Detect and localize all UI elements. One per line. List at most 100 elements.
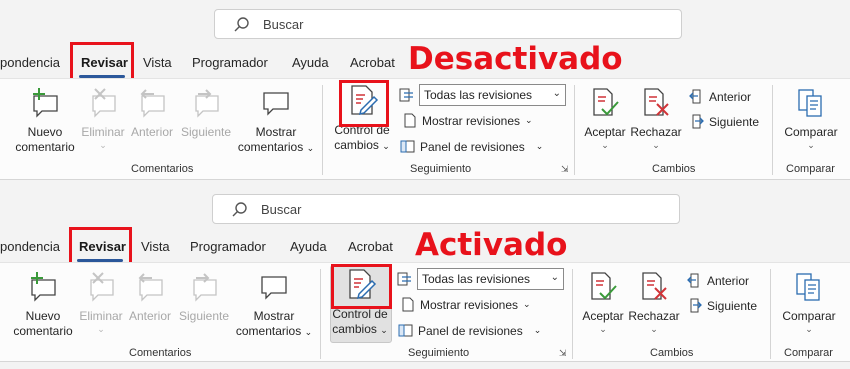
next-comment-label: Siguiente — [180, 125, 232, 139]
chevron-down-icon: ⌄ — [652, 140, 660, 150]
next-change-icon — [690, 298, 702, 313]
tab-programador[interactable]: Programador — [190, 239, 266, 254]
track-changes-label-2: cambios — [334, 138, 379, 152]
tab-acrobat[interactable]: Acrobat — [350, 55, 395, 70]
markup-display-icon — [397, 272, 411, 286]
chevron-down-icon: ⌄ — [552, 88, 561, 99]
show-markup-button[interactable]: Mostrar revisiones ⌄ — [402, 113, 533, 128]
show-markup-button[interactable]: Mostrar revisiones ⌄ — [400, 297, 531, 312]
new-comment-button[interactable]: Nuevo comentario — [8, 271, 78, 339]
reject-icon — [642, 272, 667, 300]
show-markup-label: Mostrar revisiones — [420, 297, 519, 312]
next-comment-button[interactable]: Siguiente — [176, 271, 232, 324]
new-comment-label-1: Nuevo — [27, 125, 63, 139]
tab-vista[interactable]: Vista — [143, 55, 172, 70]
search-placeholder: Buscar — [263, 17, 304, 32]
reject-button[interactable]: Rechazar ⌄ — [630, 87, 682, 150]
markup-select-value: Todas las revisiones — [424, 88, 533, 102]
chevron-down-icon: ⌄ — [380, 325, 388, 335]
reject-label: Rechazar — [628, 309, 680, 323]
tab-correspondencia[interactable]: pondencia — [0, 55, 60, 70]
reject-button[interactable]: Rechazar ⌄ — [628, 271, 680, 334]
show-markup-label: Mostrar revisiones — [422, 113, 521, 128]
next-change-button[interactable]: Siguiente — [689, 114, 759, 129]
compare-icon — [798, 89, 822, 117]
previous-comment-button[interactable]: Anterior — [126, 87, 178, 140]
previous-comment-icon — [138, 273, 163, 302]
tab-ayuda[interactable]: Ayuda — [290, 239, 327, 254]
show-comments-label-1: Mostrar — [253, 309, 295, 323]
previous-change-button[interactable]: Anterior — [689, 89, 751, 104]
delete-comment-label: Eliminar — [79, 309, 123, 323]
tab-correspondencia[interactable]: pondencia — [0, 239, 60, 254]
ribbon-body: Nuevo comentario Eliminar ⌄ Anterior Sig… — [0, 78, 850, 180]
tab-ayuda[interactable]: Ayuda — [292, 55, 329, 70]
show-comments-button[interactable]: Mostrar comentarios ⌄ — [234, 271, 314, 340]
show-markup-icon — [404, 113, 416, 128]
previous-change-button[interactable]: Anterior — [687, 273, 749, 288]
group-label-comentarios: Comentarios — [129, 347, 192, 359]
compare-button[interactable]: Comparar ⌄ — [776, 271, 842, 334]
new-comment-icon — [33, 88, 58, 118]
track-changes-highlight — [339, 80, 389, 127]
show-comments-label-1: Mostrar — [255, 125, 297, 139]
tab-programador[interactable]: Programador — [192, 55, 268, 70]
chevron-down-icon: ⌄ — [523, 299, 531, 309]
chevron-down-icon: ⌄ — [807, 140, 815, 150]
compare-button[interactable]: Comparar ⌄ — [778, 87, 844, 150]
group-separator — [574, 85, 575, 175]
group-label-comparar: Comparar — [784, 347, 833, 359]
reviewing-pane-button[interactable]: Panel de revisiones ⌄ — [398, 323, 541, 338]
next-change-button[interactable]: Siguiente — [687, 298, 757, 313]
dialog-launcher-icon[interactable]: ⇲ — [559, 348, 567, 359]
show-comments-button[interactable]: Mostrar comentarios ⌄ — [236, 87, 316, 156]
search-box[interactable]: Buscar — [212, 194, 680, 224]
chevron-down-icon: ⌄ — [533, 325, 542, 335]
group-label-cambios: Cambios — [652, 163, 696, 175]
reviewing-pane-button[interactable]: Panel de revisiones ⌄ — [400, 139, 543, 154]
chevron-down-icon: ⌄ — [599, 324, 607, 334]
previous-comment-label: Anterior — [128, 309, 172, 323]
next-comment-button[interactable]: Siguiente — [178, 87, 234, 140]
search-box[interactable]: Buscar — [214, 9, 682, 39]
group-separator — [772, 85, 773, 175]
previous-change-icon — [687, 273, 699, 288]
state-label-active: Activado — [415, 227, 568, 263]
markup-select[interactable]: Todas las revisiones ⌄ — [417, 268, 564, 290]
previous-comment-button[interactable]: Anterior — [124, 271, 176, 324]
compare-icon — [796, 273, 820, 301]
accept-button[interactable]: Aceptar ⌄ — [580, 87, 630, 150]
markup-select[interactable]: Todas las revisiones ⌄ — [419, 84, 566, 106]
previous-change-label: Anterior — [709, 89, 752, 104]
track-changes-label-2: cambios — [332, 322, 377, 336]
compare-label: Comparar — [782, 309, 836, 323]
group-label-comparar: Comparar — [786, 163, 835, 175]
delete-comment-icon — [90, 272, 114, 302]
accept-button[interactable]: Aceptar ⌄ — [578, 271, 628, 334]
tab-acrobat[interactable]: Acrobat — [348, 239, 393, 254]
chevron-down-icon: ⌄ — [601, 140, 609, 150]
chevron-down-icon: ⌄ — [306, 143, 315, 153]
chevron-down-icon: ⌄ — [304, 327, 313, 337]
tab-vista[interactable]: Vista — [141, 239, 170, 254]
next-change-icon — [692, 114, 704, 129]
group-separator — [322, 85, 323, 175]
new-comment-label-2: comentario — [13, 324, 73, 338]
delete-comment-icon — [92, 88, 116, 118]
compare-label: Comparar — [784, 125, 838, 139]
markup-display-icon — [399, 88, 413, 102]
delete-comment-button[interactable]: Eliminar ⌄ — [78, 87, 128, 150]
dialog-launcher-icon[interactable]: ⇲ — [561, 164, 569, 175]
chevron-down-icon: ⌄ — [382, 141, 390, 151]
chevron-down-icon: ⌄ — [97, 324, 105, 334]
ribbon-panel-active: Buscar pondencia Revisar Vista Programad… — [0, 185, 850, 369]
delete-comment-label: Eliminar — [81, 125, 125, 139]
delete-comment-button[interactable]: Eliminar ⌄ — [76, 271, 126, 334]
search-icon — [234, 17, 249, 32]
title-bar: Buscar — [0, 185, 850, 225]
chevron-down-icon: ⌄ — [650, 324, 658, 334]
new-comment-button[interactable]: Nuevo comentario — [10, 87, 80, 155]
show-comments-label-2: comentarios — [237, 140, 304, 154]
group-label-seguimiento: Seguimiento — [410, 163, 472, 175]
group-separator — [572, 269, 573, 359]
